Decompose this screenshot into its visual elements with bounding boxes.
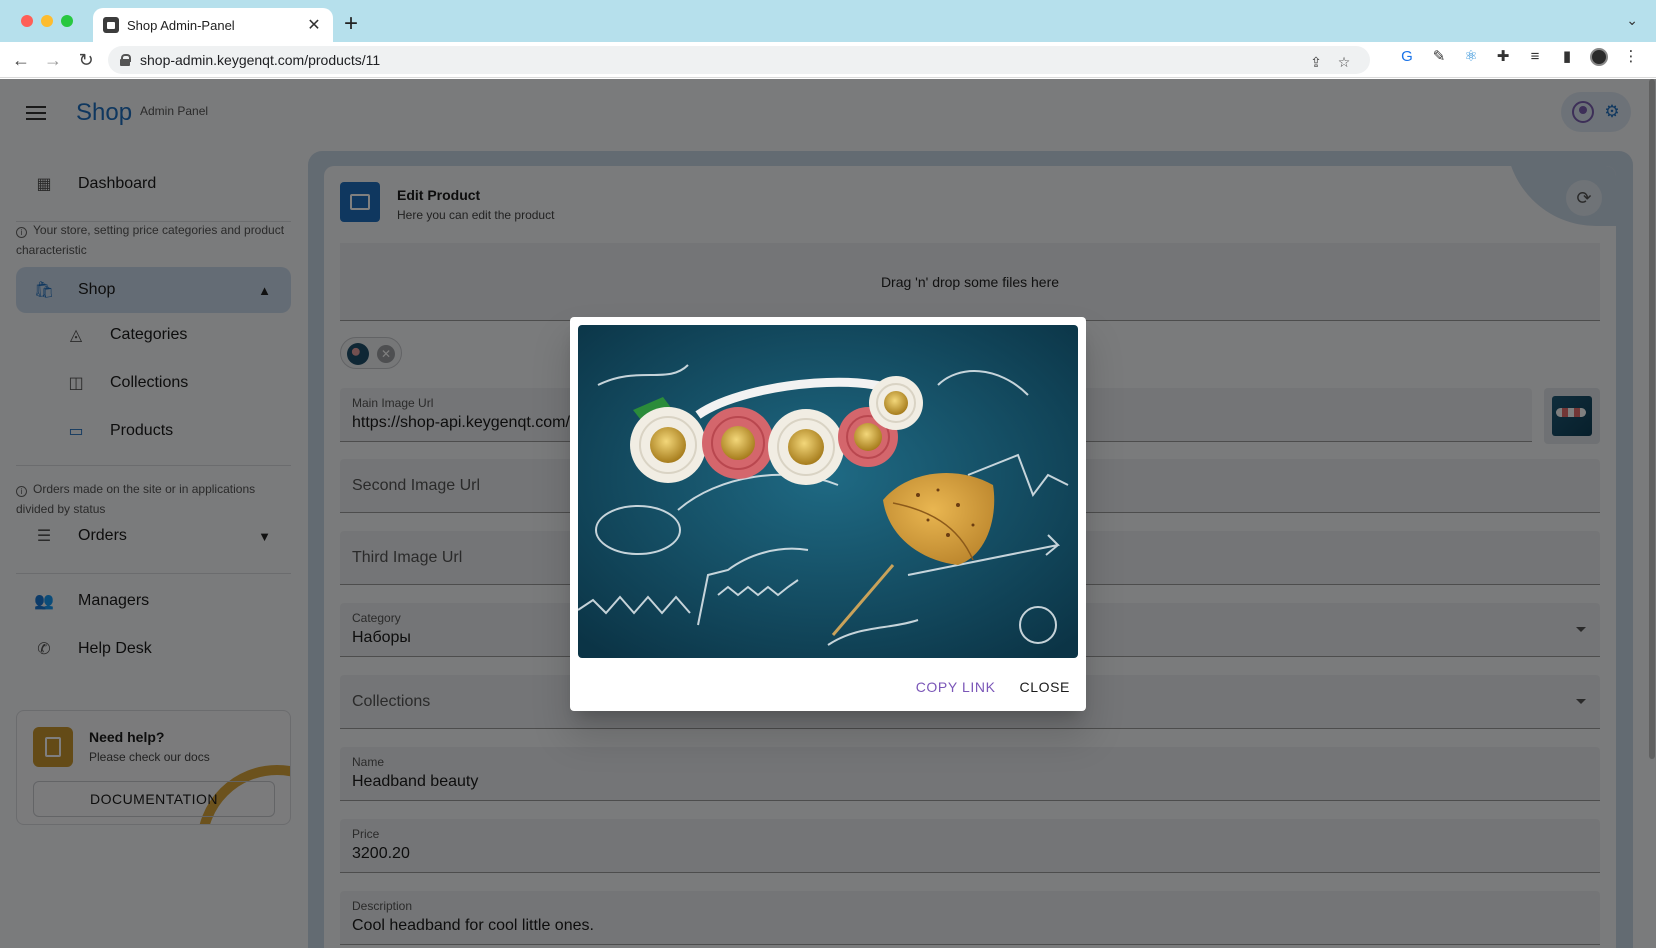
window-minimize-dot[interactable]: [41, 15, 53, 27]
bookmark-star-icon[interactable]: ☆: [1336, 54, 1352, 70]
close-button[interactable]: CLOSE: [1020, 679, 1070, 695]
reload-icon[interactable]: ↻: [74, 48, 98, 72]
extension-icons: G ✎ ⚛ ✚ ≡ ▮ ⋮: [1398, 48, 1640, 66]
copy-link-button[interactable]: COPY LINK: [916, 679, 996, 695]
tab-close-icon[interactable]: ✕: [305, 15, 323, 35]
address-bar[interactable]: shop-admin.keygenqt.com/products/11 ⇪ ☆: [108, 46, 1370, 74]
new-tab-button[interactable]: +: [344, 10, 358, 38]
tab-title: Shop Admin-Panel: [127, 17, 235, 33]
react-devtools-icon[interactable]: ⚛: [1462, 48, 1480, 66]
lock-icon: [120, 54, 131, 66]
shop-favicon-icon: [103, 17, 119, 33]
browser-menu-icon[interactable]: ⋮: [1622, 48, 1640, 66]
window-zoom-dot[interactable]: [61, 15, 73, 27]
forward-arrow-icon[interactable]: →: [41, 48, 65, 72]
translate-extension-icon[interactable]: G: [1398, 48, 1416, 66]
product-photo: [578, 325, 1078, 658]
share-icon[interactable]: ⇪: [1308, 54, 1324, 70]
window-close-dot[interactable]: [21, 15, 33, 27]
back-arrow-icon[interactable]: ←: [9, 48, 33, 72]
browser-tab[interactable]: Shop Admin-Panel ✕: [93, 8, 333, 42]
eyedropper-extension-icon[interactable]: ✎: [1430, 48, 1448, 66]
url-text: shop-admin.keygenqt.com/products/11: [140, 52, 381, 68]
extensions-puzzle-icon[interactable]: ✚: [1494, 48, 1512, 66]
image-preview-dialog: COPY LINK CLOSE: [570, 317, 1086, 711]
profile-avatar-icon[interactable]: [1590, 48, 1608, 66]
reading-list-icon[interactable]: ≡: [1526, 48, 1544, 66]
browser-tab-bar: Shop Admin-Panel ✕ + ⌄: [0, 0, 1656, 42]
side-panel-icon[interactable]: ▮: [1558, 48, 1576, 66]
tab-search-chevron-icon[interactable]: ⌄: [1626, 12, 1638, 29]
